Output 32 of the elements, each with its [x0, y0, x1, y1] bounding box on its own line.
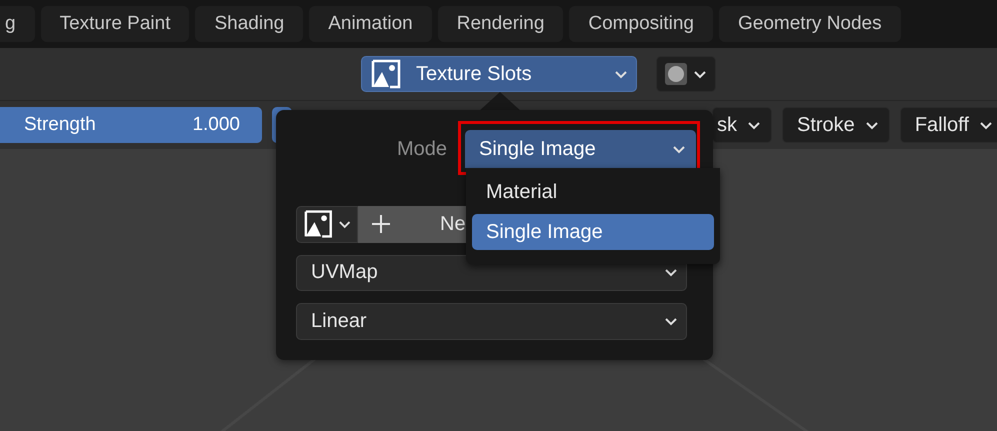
plus-icon [372, 215, 390, 234]
chevron-icon [747, 120, 761, 130]
strength-slider[interactable]: Strength 1.000 [0, 107, 262, 143]
image-icon [370, 58, 402, 90]
chevron-icon [864, 120, 879, 130]
chevron-icon [664, 268, 678, 278]
shading-button[interactable] [656, 56, 716, 92]
tool-dropdown[interactable]: sk [712, 107, 772, 143]
chevron-icon [978, 120, 993, 130]
mode-label: Mode [396, 138, 447, 160]
workspace-tab[interactable]: Rendering [438, 6, 564, 42]
menu-item[interactable]: Single Image [472, 214, 714, 250]
workspace-tab[interactable]: Geometry Nodes [719, 6, 901, 42]
chevron-icon [664, 317, 678, 326]
chevron-icon [614, 70, 628, 78]
image-browse-button[interactable] [296, 206, 358, 243]
menu-item[interactable]: Material [472, 174, 714, 210]
workspace-tab[interactable]: g [0, 6, 35, 42]
workspace-tab[interactable]: Compositing [569, 6, 713, 42]
image-icon [303, 208, 334, 240]
workspace-tab[interactable]: Animation [309, 6, 432, 42]
tool-dropdown[interactable]: Falloff [900, 107, 997, 143]
chevron-icon [672, 144, 686, 154]
sphere-icon [665, 63, 687, 85]
chevron-icon [693, 70, 707, 78]
mode-dropdown[interactable]: Single Image [465, 130, 696, 168]
texture-slots-dropdown[interactable]: Texture Slots [361, 56, 637, 92]
tool-dropdown[interactable]: Stroke [782, 107, 890, 143]
workspace-tab[interactable]: Shading [195, 6, 304, 42]
interpolation-dropdown[interactable]: Linear [296, 303, 687, 340]
workspace-tab[interactable]: Texture Paint [40, 6, 190, 42]
chevron-icon [338, 220, 351, 229]
